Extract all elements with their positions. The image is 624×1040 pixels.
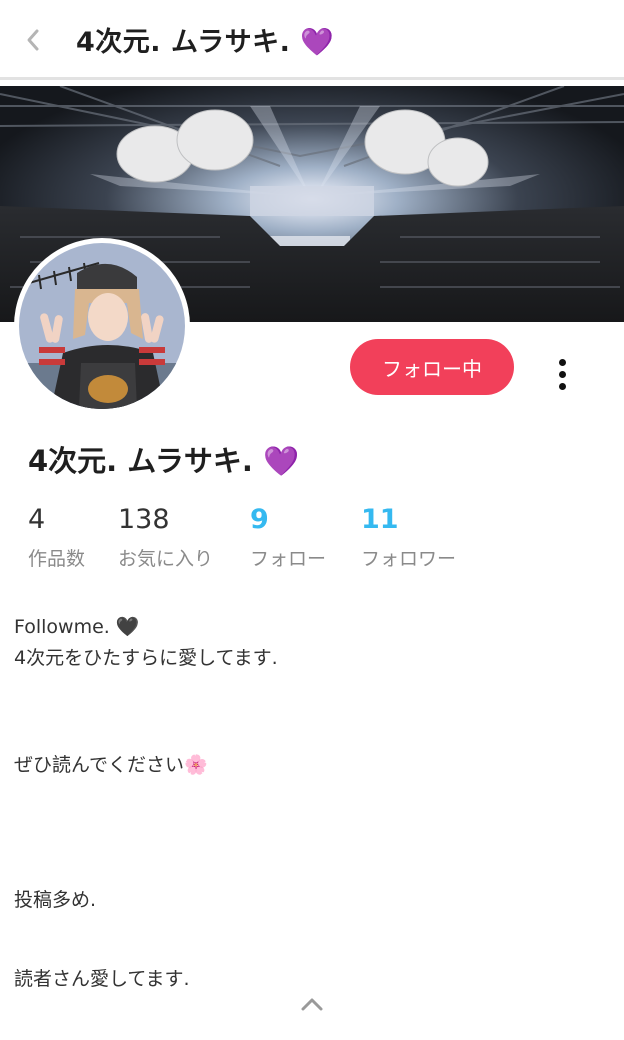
profile-name: 4次元. ムラサキ. 💜	[28, 444, 300, 478]
stat-works-label: 作品数	[28, 548, 86, 570]
bio-line: 投稿多め.	[14, 889, 97, 911]
stat-favorites-value: 138	[118, 504, 170, 535]
stat-works: 4 作品数	[28, 500, 85, 571]
more-vertical-icon	[558, 358, 566, 366]
bio-line: 読者さん愛してます.	[14, 968, 190, 990]
stat-followers-value: 11	[361, 504, 399, 535]
stat-followers-label: フォロワー	[361, 548, 457, 570]
following-button[interactable]: フォロー中	[350, 339, 514, 395]
bio-line: Followme. 🖤	[14, 616, 140, 638]
bio-line: ぜひ読んでください🌸	[14, 754, 208, 776]
app-header: 4次元. ムラサキ. 💜	[0, 0, 624, 80]
stat-favorites[interactable]: 138 お気に入り	[118, 500, 213, 571]
back-button[interactable]	[18, 24, 48, 56]
bio-line: 4次元をひたすらに愛してます.	[14, 647, 278, 669]
stat-following-label: フォロー	[250, 548, 327, 570]
avatar-image	[19, 243, 185, 409]
chevron-up-icon	[301, 998, 323, 1011]
stat-following-value: 9	[250, 504, 269, 535]
scroll-top-button[interactable]	[298, 992, 326, 1016]
stat-favorites-label: お気に入り	[118, 548, 214, 570]
stat-following[interactable]: 9 フォロー	[250, 500, 326, 571]
stat-followers[interactable]: 11 フォロワー	[361, 500, 456, 571]
stat-works-value: 4	[28, 504, 46, 535]
chevron-left-icon	[27, 29, 39, 51]
header-title: 4次元. ムラサキ. 💜	[76, 27, 335, 58]
more-options-button[interactable]	[546, 354, 578, 394]
avatar[interactable]	[14, 238, 190, 414]
